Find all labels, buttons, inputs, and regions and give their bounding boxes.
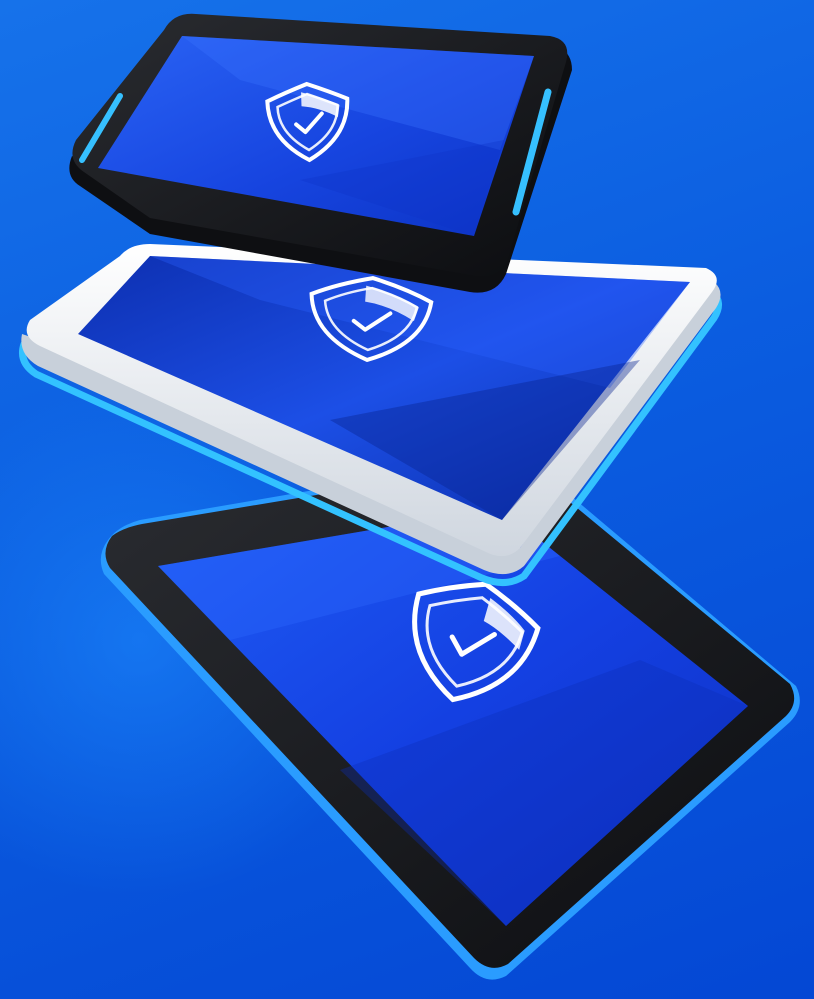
tablet-stack: [19, 13, 800, 980]
product-scene: [0, 0, 814, 999]
